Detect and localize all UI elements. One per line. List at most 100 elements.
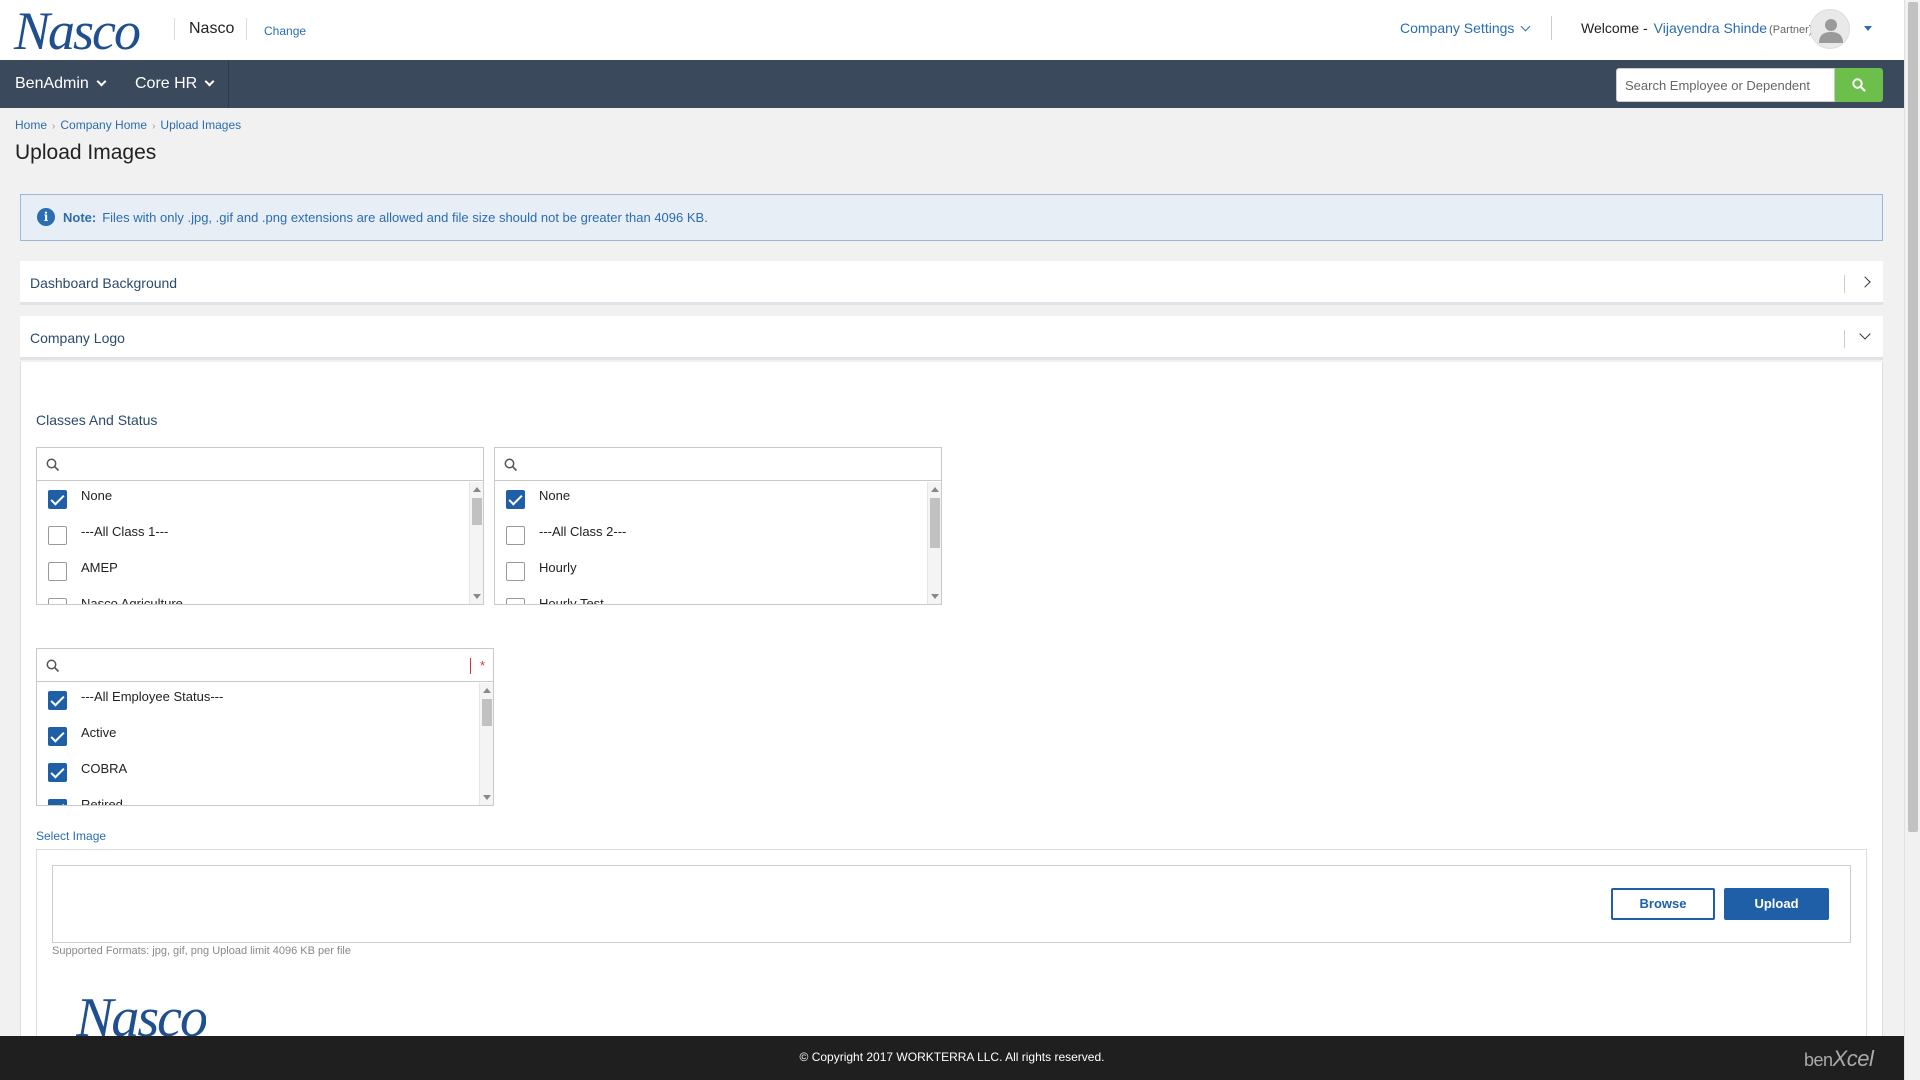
class1-scrollbar[interactable] bbox=[469, 482, 483, 604]
nav-item-label: Core HR bbox=[135, 75, 198, 92]
browse-button[interactable]: Browse bbox=[1611, 888, 1715, 920]
class2-scrollbar[interactable] bbox=[927, 482, 941, 604]
accordion-dashboard-background[interactable]: Dashboard Background bbox=[20, 261, 1883, 305]
footer: © Copyright 2017 WORKTERRA LLC. All righ… bbox=[0, 1036, 1904, 1080]
breadcrumb-home[interactable]: Home bbox=[15, 118, 47, 132]
list-item-label: ---All Class 1--- bbox=[81, 524, 169, 539]
class1-search-input[interactable] bbox=[65, 452, 457, 476]
list-item[interactable]: Active bbox=[37, 719, 479, 755]
list-item-label: ---All Class 2--- bbox=[539, 524, 627, 539]
scroll-down-icon[interactable] bbox=[931, 594, 939, 599]
header-divider bbox=[174, 18, 175, 40]
checkbox[interactable] bbox=[48, 526, 67, 545]
breadcrumb: Home › Company Home › Upload Images bbox=[15, 118, 241, 132]
page-scrollbar[interactable] bbox=[1904, 0, 1920, 1080]
list-item[interactable]: COBRA bbox=[37, 755, 479, 791]
list-item-label: None bbox=[539, 488, 571, 503]
checkbox[interactable] bbox=[506, 526, 525, 545]
breadcrumb-company-home[interactable]: Company Home bbox=[60, 118, 147, 132]
checkbox[interactable] bbox=[48, 490, 67, 509]
search-icon bbox=[1852, 78, 1866, 92]
nav-item-label: BenAdmin bbox=[15, 75, 89, 92]
scroll-up-icon[interactable] bbox=[483, 688, 491, 693]
breadcrumb-separator-icon: › bbox=[52, 121, 56, 132]
checkbox[interactable] bbox=[48, 598, 67, 604]
page-scroll-thumb[interactable] bbox=[1908, 2, 1918, 832]
scroll-down-icon[interactable] bbox=[473, 594, 481, 599]
checkbox[interactable] bbox=[506, 490, 525, 509]
chevron-right-icon[interactable] bbox=[1859, 276, 1871, 288]
class2-search bbox=[495, 448, 941, 481]
change-company-link[interactable]: Change bbox=[264, 24, 306, 38]
scroll-thumb[interactable] bbox=[930, 498, 940, 548]
company-name: Nasco bbox=[189, 20, 235, 37]
list-item[interactable]: ---All Class 1--- bbox=[37, 518, 469, 554]
nasco-logo[interactable]: Nasco bbox=[14, 4, 141, 58]
list-item-label: COBRA bbox=[81, 761, 128, 776]
accordion-divider bbox=[1844, 275, 1845, 293]
company-settings-menu[interactable]: Company Settings bbox=[1400, 20, 1531, 36]
employee-search-input[interactable] bbox=[1616, 68, 1835, 102]
user-icon bbox=[1819, 19, 1843, 43]
nav-item-benadmin[interactable]: BenAdmin bbox=[0, 60, 120, 108]
class1-items: None ---All Class 1--- AMEP Nasco Agricu… bbox=[37, 482, 469, 604]
search-button[interactable] bbox=[1835, 68, 1883, 102]
class2-listbox: None ---All Class 2--- Hourly Hourly Tes… bbox=[494, 447, 942, 605]
accordion-title: Dashboard Background bbox=[30, 275, 178, 291]
checkbox[interactable] bbox=[48, 727, 67, 746]
required-divider bbox=[470, 658, 471, 674]
scroll-down-icon[interactable] bbox=[483, 795, 491, 800]
scroll-thumb[interactable] bbox=[472, 498, 482, 525]
file-drop-zone[interactable] bbox=[52, 865, 1851, 943]
scroll-thumb[interactable] bbox=[482, 699, 492, 726]
list-item-label: Hourly bbox=[539, 560, 577, 575]
checkbox[interactable] bbox=[506, 562, 525, 581]
list-item[interactable]: Nasco Agriculture bbox=[37, 590, 469, 604]
list-item[interactable]: None bbox=[37, 482, 469, 518]
checkbox[interactable] bbox=[48, 799, 67, 805]
list-item[interactable]: Hourly Test bbox=[495, 590, 927, 604]
list-item[interactable]: Hourly bbox=[495, 554, 927, 590]
status-listbox: * ---All Employee Status--- Active COBRA… bbox=[36, 648, 494, 806]
search-icon bbox=[504, 458, 518, 472]
supported-formats-text: Supported Formats: jpg, gif, png Upload … bbox=[52, 945, 351, 957]
accordion-company-logo[interactable]: Company Logo bbox=[20, 316, 1883, 360]
scroll-up-icon[interactable] bbox=[473, 487, 481, 492]
breadcrumb-upload-images[interactable]: Upload Images bbox=[160, 118, 241, 132]
brand-suffix: Xcel bbox=[1832, 1046, 1874, 1071]
user-name-link[interactable]: Vijayendra Shinde bbox=[1654, 20, 1767, 36]
page-title: Upload Images bbox=[15, 141, 157, 164]
status-search-input[interactable] bbox=[65, 653, 467, 677]
note-banner: i Note: Files with only .jpg, .gif and .p… bbox=[20, 194, 1883, 241]
checkbox[interactable] bbox=[48, 763, 67, 782]
search-icon bbox=[46, 659, 60, 673]
list-item-label: Retired bbox=[81, 797, 123, 805]
class2-search-input[interactable] bbox=[523, 452, 915, 476]
info-icon: i bbox=[37, 208, 55, 226]
checkbox[interactable] bbox=[48, 562, 67, 581]
chevron-down-icon[interactable] bbox=[1859, 328, 1871, 340]
accordion-title: Company Logo bbox=[30, 330, 125, 346]
status-items: ---All Employee Status--- Active COBRA R… bbox=[37, 683, 479, 805]
copyright-text: © Copyright 2017 WORKTERRA LLC. All righ… bbox=[799, 1050, 1105, 1064]
nav-item-core-hr[interactable]: Core HR bbox=[120, 60, 228, 108]
list-item[interactable]: Retired bbox=[37, 791, 479, 805]
status-scrollbar[interactable] bbox=[479, 683, 493, 805]
upload-button[interactable]: Upload bbox=[1724, 888, 1829, 920]
required-indicator: * bbox=[479, 658, 485, 673]
checkbox[interactable] bbox=[48, 691, 67, 710]
list-item[interactable]: None bbox=[495, 482, 927, 518]
list-item[interactable]: ---All Class 2--- bbox=[495, 518, 927, 554]
list-item-label: AMEP bbox=[81, 560, 118, 575]
logo-preview: Nasco bbox=[76, 990, 206, 1036]
scroll-up-icon[interactable] bbox=[931, 487, 939, 492]
avatar[interactable] bbox=[1810, 9, 1850, 49]
checkbox[interactable] bbox=[506, 598, 525, 604]
select-image-label: Select Image bbox=[36, 829, 107, 843]
caret-down-icon[interactable] bbox=[1864, 26, 1872, 31]
list-item[interactable]: ---All Employee Status--- bbox=[37, 683, 479, 719]
class1-listbox: None ---All Class 1--- AMEP Nasco Agricu… bbox=[36, 447, 484, 605]
list-item-label: ---All Employee Status--- bbox=[81, 689, 224, 704]
list-item[interactable]: AMEP bbox=[37, 554, 469, 590]
user-role: (Partner) bbox=[1769, 24, 1813, 36]
